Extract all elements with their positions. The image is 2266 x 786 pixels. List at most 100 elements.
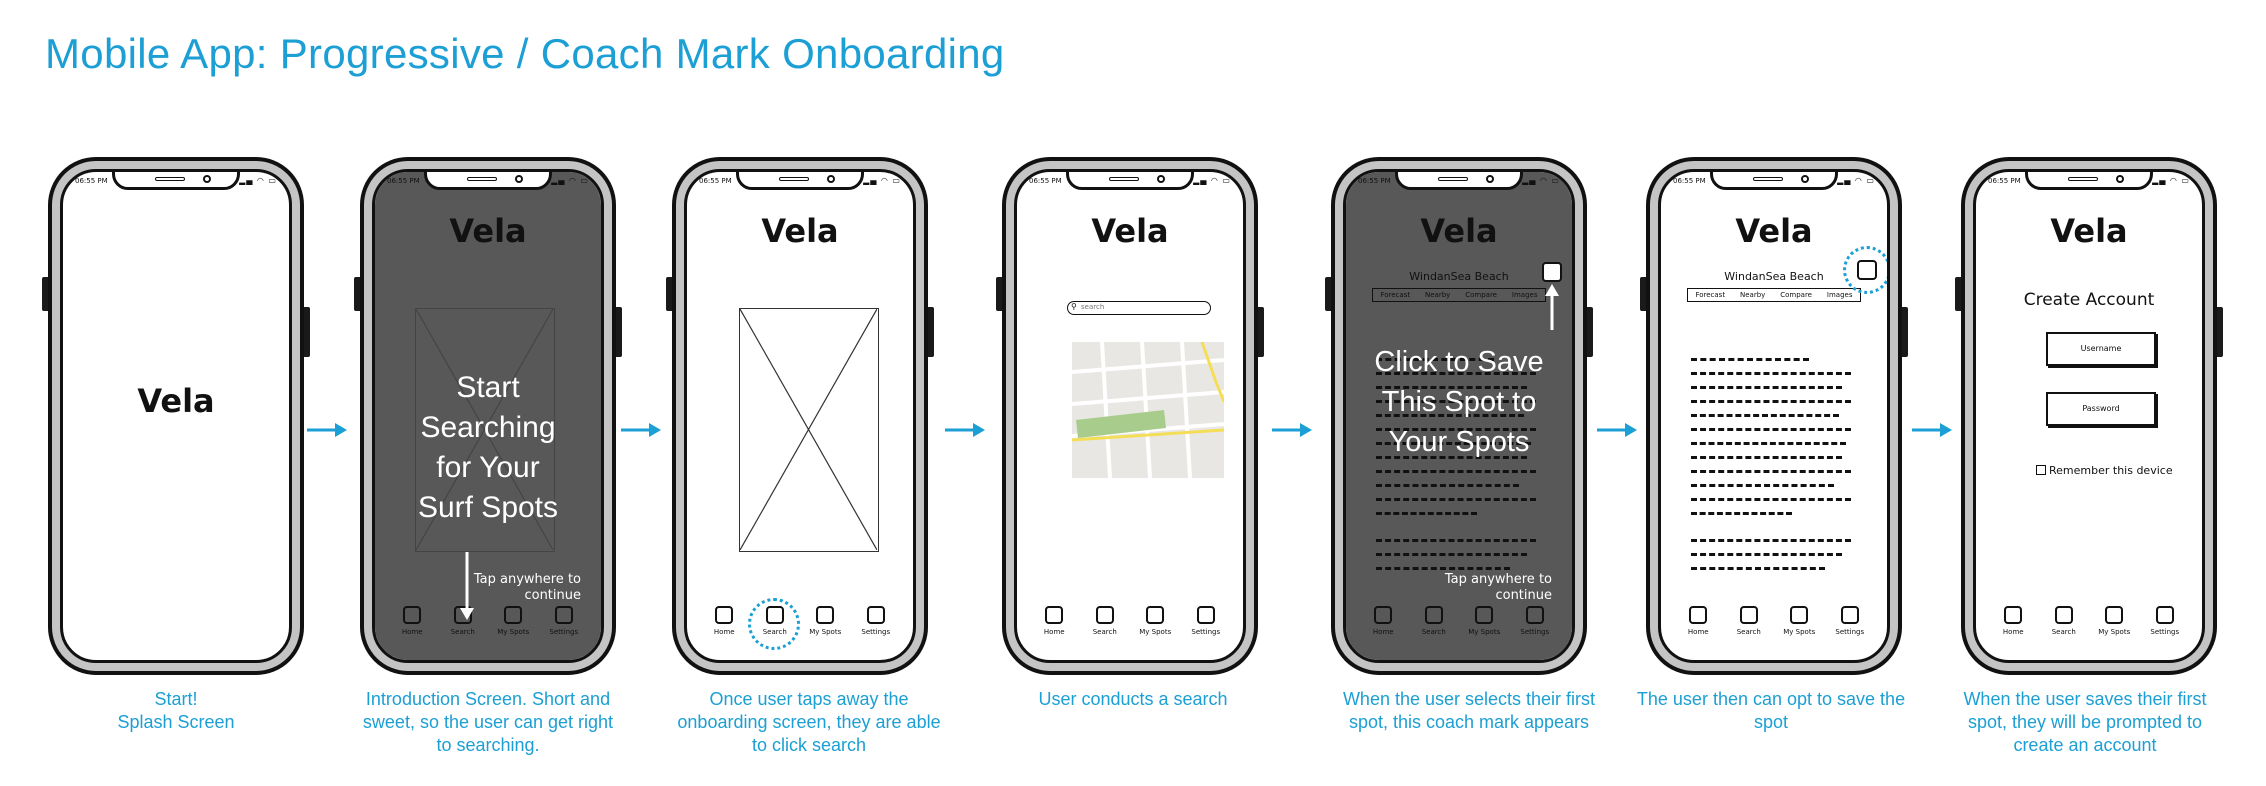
status-time: 06:55 PM [1358, 177, 1391, 185]
tab-my-spots[interactable]: My Spots [800, 606, 851, 644]
spot-tab-compare[interactable]: Compare [1780, 291, 1812, 299]
tab-home[interactable]: Home [387, 606, 438, 644]
app-logo: Vela [1091, 212, 1169, 250]
spot-tab-images[interactable]: Images [1827, 291, 1853, 299]
status-time: 06:55 PM [387, 177, 420, 185]
tab-label: Settings [1520, 628, 1550, 636]
app-logo: Vela [2050, 212, 2128, 250]
status-time: 06:55 PM [1673, 177, 1706, 185]
caption-create-account: When the user saves their first spot, th… [1963, 689, 2207, 755]
tab-label: Settings [861, 628, 891, 636]
screen-splash: 06:55 PM ▂▄ ◠ ▭ Vela [60, 169, 292, 663]
status-icons: ▂▄ ◠ ▭ [1522, 176, 1560, 185]
spot-tab-forecast[interactable]: Forecast [1695, 291, 1725, 299]
settings-icon [866, 606, 885, 624]
tab-label: My Spots [2098, 628, 2131, 636]
phone-search-highlight: 06:55 PM ▂▄ ◠ ▭ Vela Home Search My Spot… [666, 157, 934, 675]
tab-home[interactable]: Home [1673, 606, 1724, 644]
tab-label: Search [2051, 628, 2076, 636]
tab-label: Settings [2150, 628, 2180, 636]
spot-name: WindanSea Beach [1409, 270, 1509, 283]
magnifier-icon: ⚲ [1071, 302, 1077, 311]
flow-arrow-icon [1912, 423, 1952, 437]
tab-bar: Home Search My Spots Settings [1673, 606, 1875, 644]
tab-home[interactable]: Home [1358, 606, 1409, 644]
tab-label: Settings [549, 628, 579, 636]
tab-settings[interactable]: Settings [1510, 606, 1561, 644]
search-icon [2054, 606, 2073, 624]
tab-label: Home [2002, 628, 2024, 636]
tab-search[interactable]: Search [1409, 606, 1460, 644]
phone-spot-save: 06:55 PM ▂▄ ◠ ▭ Vela WindanSea Beach For… [1640, 157, 1908, 675]
tab-search[interactable]: Search [1724, 606, 1775, 644]
tab-label: Search [1421, 628, 1446, 636]
tab-my-spots[interactable]: My Spots [2089, 606, 2140, 644]
tab-settings[interactable]: Settings [539, 606, 590, 644]
tab-label: Home [1687, 628, 1709, 636]
spot-tab-nearby[interactable]: Nearby [1425, 291, 1450, 299]
coach-hint: Tap anywhere to continue [1444, 572, 1552, 603]
screen-spot-coach: 06:55 PM ▂▄ ◠ ▭ Vela WindanSea Beach For… [1343, 169, 1575, 663]
search-icon [1095, 606, 1114, 624]
spot-tab-images[interactable]: Images [1512, 291, 1538, 299]
flow-arrow-icon [1272, 423, 1312, 437]
coach-mark-text: Start Searching for Your Surf Spots [417, 371, 559, 524]
search-icon [1739, 606, 1758, 624]
app-logo: Vela [137, 382, 215, 420]
tab-label: My Spots [1783, 628, 1816, 636]
tab-my-spots[interactable]: My Spots [1774, 606, 1825, 644]
spot-tab-nearby[interactable]: Nearby [1740, 291, 1765, 299]
status-time: 06:55 PM [699, 177, 732, 185]
status-icons: ▂▄ ◠ ▭ [863, 176, 901, 185]
coach-hint: Tap anywhere to continue [473, 572, 581, 603]
flow-arrow-icon [621, 423, 661, 437]
flow-arrow-icon [1597, 423, 1637, 437]
spot-tab-compare[interactable]: Compare [1465, 291, 1497, 299]
status-icons: ▂▄ ◠ ▭ [239, 176, 277, 185]
tab-label: Search [1092, 628, 1117, 636]
password-field[interactable]: Password [2046, 392, 2156, 426]
tab-settings[interactable]: Settings [1181, 606, 1232, 644]
tab-home[interactable]: Home [1029, 606, 1080, 644]
remember-device-checkbox[interactable]: Remember this device [2036, 464, 2173, 477]
home-icon [715, 606, 734, 624]
phone-intro: 06:55 PM ▂▄ ◠ ▭ Vela Home Search My Spot… [354, 157, 622, 675]
save-spot-button[interactable] [1542, 262, 1562, 282]
spot-tab-forecast[interactable]: Forecast [1380, 291, 1410, 299]
home-icon [1374, 606, 1393, 624]
app-logo: Vela [761, 212, 839, 250]
tab-home[interactable]: Home [1988, 606, 2039, 644]
app-logo: Vela [449, 212, 527, 250]
settings-icon [1840, 606, 1859, 624]
image-placeholder [739, 308, 879, 552]
tab-search[interactable]: Search [1080, 606, 1131, 644]
caption-search-highlight: Once user taps away the onboarding scree… [677, 689, 941, 755]
tab-settings[interactable]: Settings [2140, 606, 2191, 644]
caption-search: User conducts a search [1038, 689, 1228, 709]
remember-label: Remember this device [2049, 464, 2173, 477]
tab-my-spots[interactable]: My Spots [488, 606, 539, 644]
tab-my-spots[interactable]: My Spots [1130, 606, 1181, 644]
my-spots-icon [1146, 606, 1165, 624]
tab-my-spots[interactable]: My Spots [1459, 606, 1510, 644]
tab-label: My Spots [809, 628, 842, 636]
settings-icon [1196, 606, 1215, 624]
search-input[interactable]: ⚲ search [1067, 301, 1211, 315]
app-logo: Vela [1420, 212, 1498, 250]
tab-settings[interactable]: Settings [851, 606, 902, 644]
coach-mark-text: Click to Save This Spot to Your Spots [1374, 346, 1544, 458]
home-icon [1689, 606, 1708, 624]
search-icon [1424, 606, 1443, 624]
tab-search[interactable]: Search [2039, 606, 2090, 644]
phone-save-coach: 06:55 PM ▂▄ ◠ ▭ Vela WindanSea Beach For… [1325, 157, 1593, 675]
map-view[interactable] [1072, 342, 1224, 478]
tab-label: Home [1043, 628, 1065, 636]
tab-home[interactable]: Home [699, 606, 750, 644]
username-field[interactable]: Username [2046, 332, 2156, 366]
screen-create-account: 06:55 PM ▂▄ ◠ ▭ Vela Create Account User… [1973, 169, 2205, 663]
tab-settings[interactable]: Settings [1825, 606, 1876, 644]
tab-bar: Home Search My Spots Settings [1988, 606, 2190, 644]
spot-content-text [1691, 358, 1859, 581]
tab-label: My Spots [1468, 628, 1501, 636]
flow-arrow-icon [945, 423, 985, 437]
